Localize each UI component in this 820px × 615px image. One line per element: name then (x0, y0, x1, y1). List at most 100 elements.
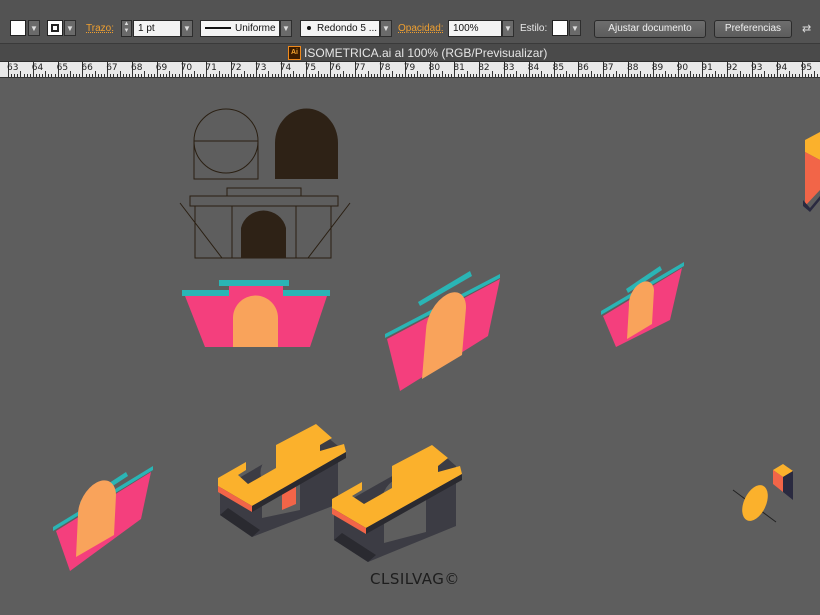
ruler-minor-tick (721, 74, 722, 77)
ruler-minor-tick (367, 71, 369, 77)
preferences-button[interactable]: Preferencias (714, 20, 792, 38)
ruler-label: 70 (180, 63, 193, 73)
ruler-minor-tick (392, 71, 394, 77)
fill-dropdown-icon[interactable]: ▼ (28, 20, 40, 36)
ruler-minor-tick (671, 74, 673, 77)
fill-swatch[interactable] (10, 20, 26, 36)
ruler-label: 78 (379, 63, 391, 73)
ruler-minor-tick (807, 74, 809, 77)
ruler-minor-tick (507, 74, 509, 77)
width-profile-field[interactable]: Uniforme (200, 20, 280, 37)
ruler-minor-tick (662, 74, 664, 77)
width-profile-dropdown-icon[interactable]: ▼ (280, 20, 292, 37)
opacity-dropdown-icon[interactable]: ▼ (502, 20, 514, 37)
stroke-weight-stepper[interactable]: ▲ ▼ (121, 20, 132, 37)
ruler-minor-tick (442, 71, 443, 77)
ruler-minor-tick (373, 74, 375, 77)
document-setup-button[interactable]: Ajustar documento (594, 20, 706, 38)
ruler-minor-tick (11, 74, 13, 77)
ruler-minor-tick (215, 74, 217, 77)
ruler-minor-tick (23, 74, 25, 77)
opacity-label[interactable]: Opacidad: (398, 21, 444, 37)
isometric-arch-2[interactable] (332, 445, 462, 562)
stroke-swatch[interactable] (47, 20, 63, 36)
ruler-minor-tick (51, 74, 53, 77)
ruler-minor-tick (491, 71, 493, 77)
ruler-minor-tick (764, 71, 766, 77)
ruler-minor-tick (17, 74, 19, 77)
ruler-minor-tick (287, 74, 288, 77)
ruler-minor-tick (438, 74, 440, 77)
ruler-minor-tick (26, 74, 28, 77)
stroke-weight-field[interactable]: 1 pt (133, 20, 181, 37)
ruler-minor-tick (798, 74, 800, 77)
artboard-canvas[interactable]: CLSILVAG© (0, 78, 820, 615)
ruler-label: 67 (106, 63, 118, 73)
angled-gate[interactable] (385, 271, 500, 391)
ruler-minor-tick (476, 74, 478, 77)
ruler-minor-tick (463, 74, 465, 77)
ruler-minor-tick (634, 74, 636, 77)
ruler-minor-tick (311, 74, 313, 77)
document-tab[interactable]: Ai ISOMETRICA.ai al 100% (RGB/Previsuali… (0, 44, 820, 62)
ruler-minor-tick (584, 74, 586, 77)
ruler-minor-tick (786, 74, 788, 77)
construction-sketch[interactable] (179, 108, 351, 259)
ruler-minor-tick (547, 74, 549, 77)
horizontal-ruler[interactable]: 63 64 65 66 67 68 69 70 71 72 73 74 75 76 77 78 79 80 81 82… (0, 62, 820, 78)
ruler-minor-tick (767, 74, 769, 77)
ruler-label: 95 (800, 63, 813, 73)
ruler-minor-tick (39, 74, 40, 77)
ruler-label: 69 (155, 63, 168, 73)
ruler-label: 82 (478, 63, 490, 73)
brush-dot-icon (307, 26, 311, 31)
ruler-minor-tick (125, 74, 127, 77)
ruler-minor-tick (624, 74, 626, 77)
ruler-label: 87 (602, 63, 614, 73)
stroke-dropdown-icon[interactable]: ▼ (64, 20, 76, 36)
left-gate[interactable] (53, 466, 153, 571)
ruler-minor-tick (70, 71, 71, 77)
ruler-minor-tick (138, 74, 140, 77)
ruler-minor-tick (324, 74, 326, 77)
ruler-minor-tick (66, 74, 68, 77)
partial-block[interactable] (803, 132, 820, 212)
ruler-minor-tick (302, 74, 304, 77)
ruler-minor-tick (736, 74, 738, 77)
front-gate[interactable] (182, 280, 330, 347)
small-ellipse-shape[interactable] (732, 464, 793, 525)
stroke-weight-dropdown-icon[interactable]: ▼ (181, 20, 193, 37)
panel-menu-icon[interactable]: ⇄ (802, 22, 816, 36)
ruler-minor-tick (383, 74, 385, 77)
ruler-minor-tick (358, 74, 360, 77)
opacity-field[interactable]: 100% (448, 20, 502, 37)
style-swatch[interactable] (552, 20, 568, 36)
ruler-label: 66 (81, 63, 93, 73)
ruler-minor-tick (538, 74, 540, 77)
ruler-minor-tick (473, 74, 474, 77)
ruler-minor-tick (321, 74, 323, 77)
ruler-minor-tick (144, 71, 146, 77)
ruler-minor-tick (448, 74, 450, 77)
ruler-minor-tick (104, 74, 106, 77)
ruler-minor-tick (274, 74, 276, 77)
ruler-minor-tick (172, 74, 174, 77)
style-dropdown-icon[interactable]: ▼ (569, 20, 581, 36)
ruler-minor-tick (773, 74, 775, 77)
brush-dropdown-icon[interactable]: ▼ (380, 20, 392, 37)
ruler-label: 86 (577, 63, 589, 73)
stroke-label[interactable]: Trazo: (86, 21, 114, 37)
ruler-minor-tick (218, 71, 220, 77)
isometric-arch-1[interactable] (218, 424, 346, 537)
ruler-minor-tick (119, 71, 121, 77)
brush-field[interactable]: Redondo 5 ... (300, 20, 380, 37)
ruler-minor-tick (714, 71, 716, 77)
small-gate[interactable] (601, 262, 684, 347)
ruler-minor-tick (116, 74, 118, 77)
ruler-minor-tick (349, 74, 350, 77)
ruler-minor-tick (609, 74, 611, 77)
ruler-minor-tick (262, 74, 264, 77)
ruler-minor-tick (237, 74, 239, 77)
ruler-minor-tick (460, 74, 462, 77)
ruler-minor-tick (485, 74, 487, 77)
